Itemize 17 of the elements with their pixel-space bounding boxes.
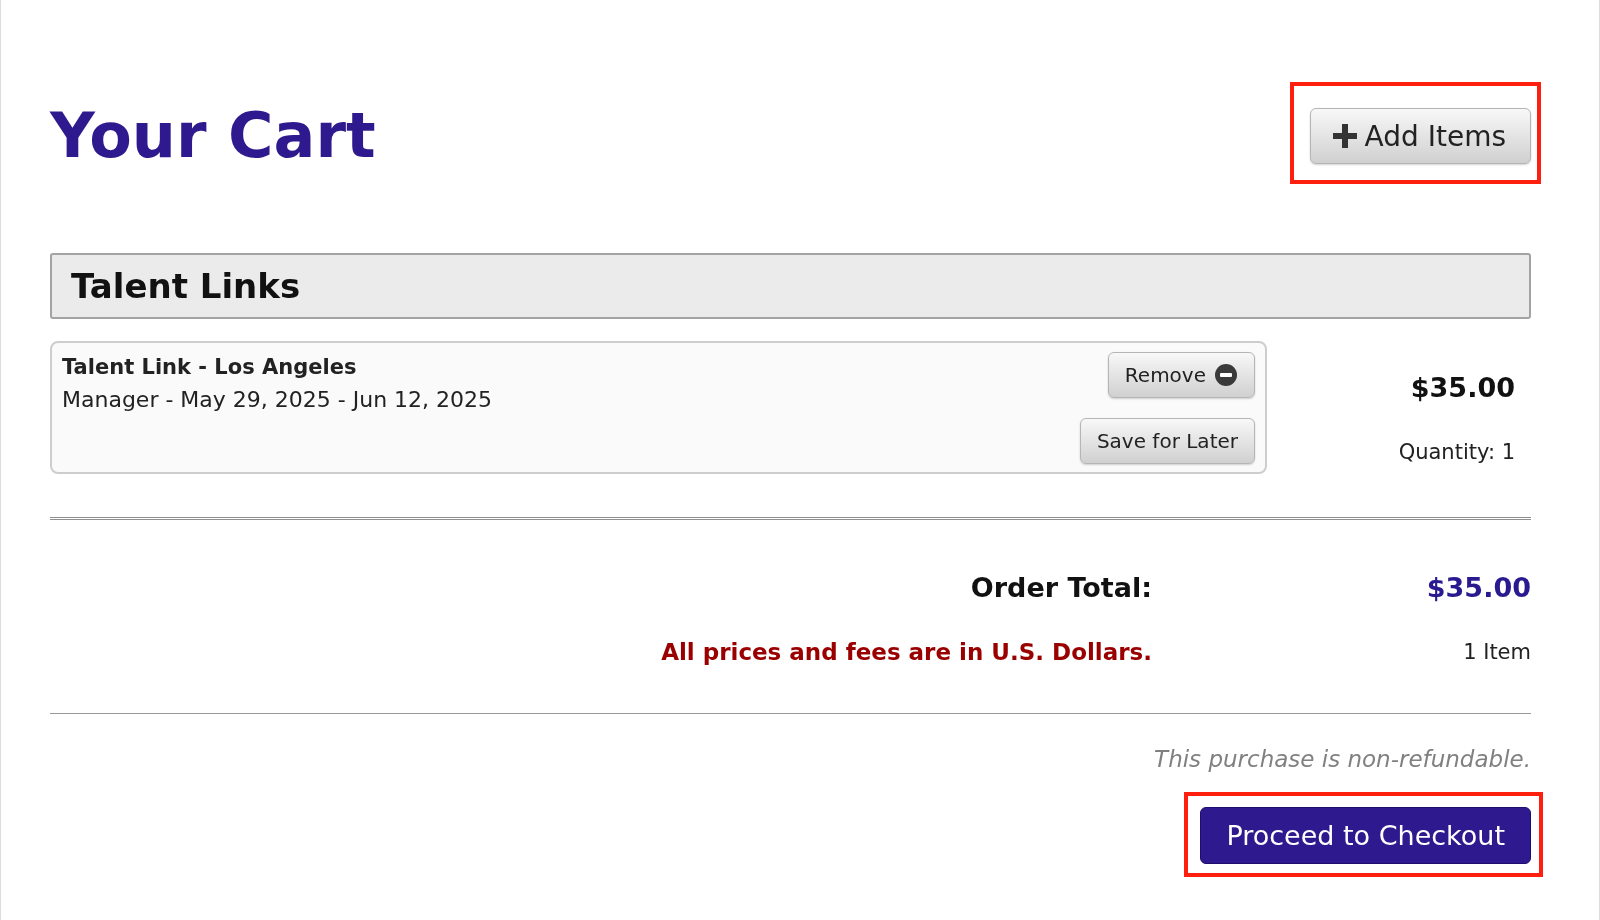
checkout-button[interactable]: Proceed to Checkout xyxy=(1200,807,1531,864)
save-for-later-button[interactable]: Save for Later xyxy=(1079,418,1255,464)
refund-note: This purchase is non-refundable. xyxy=(1154,745,1531,774)
order-total-label: Order Total: xyxy=(970,571,1152,605)
order-total-value: $35.00 xyxy=(1426,571,1531,605)
item-count: 1 Item xyxy=(1463,639,1531,666)
plus-icon xyxy=(1332,124,1357,148)
item-title: Talent Link - Los Angeles xyxy=(62,354,358,380)
currency-note: All prices and fees are in U.S. Dollars. xyxy=(661,638,1152,667)
minus-circle-icon xyxy=(1214,363,1238,387)
item-price: $35.00 xyxy=(1410,371,1515,405)
section-header: Talent Links xyxy=(50,253,1531,319)
page-title: Your Cart xyxy=(50,105,376,167)
item-quantity: Quantity: 1 xyxy=(1398,439,1515,466)
item-details: Manager - May 29, 2025 - Jun 12, 2025 xyxy=(62,386,493,414)
add-items-button[interactable]: Add Items xyxy=(1309,108,1531,164)
remove-button[interactable]: Remove xyxy=(1107,352,1255,398)
